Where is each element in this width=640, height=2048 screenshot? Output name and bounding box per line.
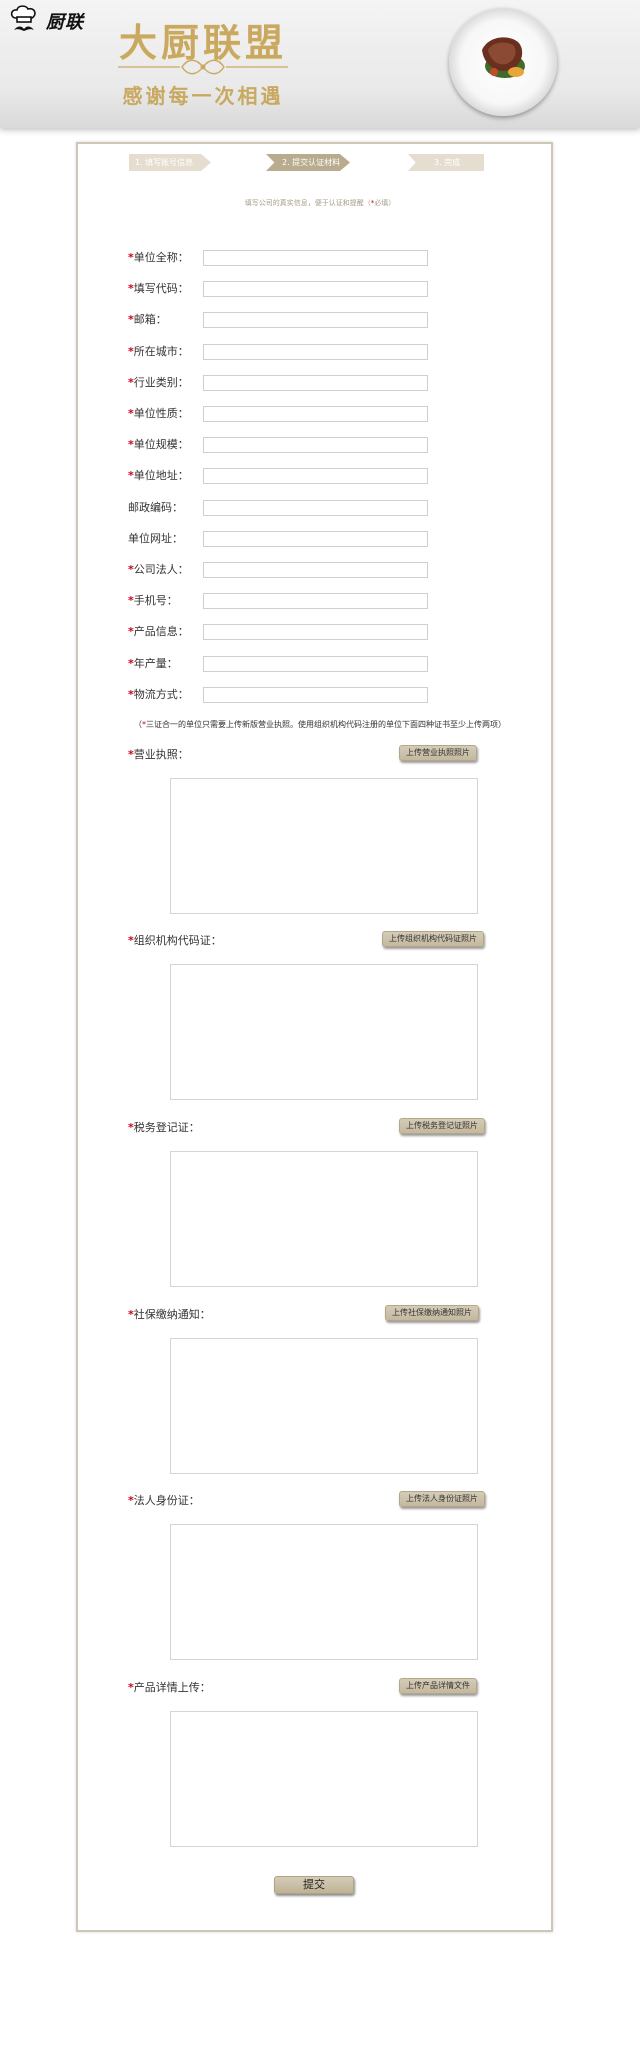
upload-label: *营业执照： (128, 747, 189, 763)
upload-label-text: 税务登记证： (133, 1121, 200, 1134)
submit-button[interactable]: 提交 (274, 1876, 354, 1894)
field-label-text: 产品信息： (133, 625, 189, 638)
field-label: *单位地址： (128, 468, 189, 484)
field-label: 邮政编码： (128, 500, 183, 516)
field-label-text: 填写代码： (133, 282, 189, 295)
field-label-text: 所在城市： (133, 345, 189, 358)
steak-dish-icon (482, 37, 525, 78)
upload-button[interactable]: 上传税务登记证照片 (399, 1118, 485, 1134)
field-input[interactable] (203, 406, 428, 422)
field-input[interactable] (203, 437, 428, 453)
field-label: *填写代码： (128, 281, 189, 297)
upload-button[interactable]: 上传社保缴纳通知照片 (385, 1305, 479, 1321)
field-input[interactable] (203, 500, 428, 516)
field-label: *单位规模： (128, 437, 189, 453)
upload-preview-box[interactable] (170, 1338, 478, 1474)
field-label-text: 邮箱： (133, 313, 167, 326)
field-label-text: 手机号： (133, 594, 178, 607)
field-label: *单位性质： (128, 406, 189, 422)
intro-text-main: 填写公司的真实信息，便于认证和提醒（ (244, 199, 371, 207)
field-input[interactable] (203, 687, 428, 703)
field-label-text: 单位网址： (128, 532, 183, 545)
banner-subtitle: 感谢每一次相遇 (122, 84, 284, 108)
upload-preview-box[interactable] (170, 778, 478, 914)
field-label-text: 邮政编码： (128, 501, 183, 514)
note-text: 三证合一的单位只需要上传新版营业执照。使用组织机构代码注册的单位下面四种证书至少… (146, 720, 506, 729)
field-label-text: 年产量： (133, 657, 178, 670)
field-label-text: 单位全称： (133, 251, 189, 264)
field-label-text: 单位规模： (133, 438, 189, 451)
logo-text: 厨联 (46, 12, 84, 33)
intro-text-end: 必填） (374, 199, 396, 207)
upload-label-text: 营业执照： (133, 748, 189, 761)
upload-label: *产品详情上传： (128, 1680, 211, 1696)
field-label: *公司法人： (128, 562, 189, 578)
intro-text: 填写公司的真实信息，便于认证和提醒（*必填） (100, 198, 540, 208)
field-input[interactable] (203, 344, 428, 360)
upload-button[interactable]: 上传营业执照照片 (399, 745, 477, 761)
upload-label-text: 产品详情上传： (133, 1681, 211, 1694)
field-label: 单位网址： (128, 531, 183, 547)
note-open: （ (134, 720, 142, 729)
field-label-text: 单位地址： (133, 469, 189, 482)
field-label-text: 公司法人： (133, 563, 189, 576)
step-1: 1. 填写账号信息 (129, 154, 211, 171)
field-label: *单位全称： (128, 250, 189, 266)
upload-button[interactable]: 上传产品详情文件 (399, 1678, 477, 1694)
upload-label-text: 组织机构代码证： (133, 934, 222, 947)
upload-preview-box[interactable] (170, 1711, 478, 1847)
step-3-label: 3. 完成 (434, 158, 461, 167)
field-input[interactable] (203, 593, 428, 609)
field-input[interactable] (203, 468, 428, 484)
field-label: *邮箱： (128, 312, 167, 328)
field-label-text: 行业类别： (133, 376, 189, 389)
upload-label: *法人身份证： (128, 1493, 200, 1509)
field-label-text: 物流方式： (133, 688, 189, 701)
field-input[interactable] (203, 250, 428, 266)
field-label: *年产量： (128, 656, 178, 672)
step-1-label: 1. 填写账号信息 (135, 158, 194, 167)
field-input[interactable] (203, 531, 428, 547)
field-label: *物流方式： (128, 687, 189, 703)
field-label: *产品信息： (128, 624, 189, 640)
field-input[interactable] (203, 656, 428, 672)
upload-label: *税务登记证： (128, 1120, 200, 1136)
field-label: *行业类别： (128, 375, 189, 391)
field-input[interactable] (203, 624, 428, 640)
field-label: *所在城市： (128, 344, 189, 360)
upload-label: *组织机构代码证： (128, 933, 222, 949)
upload-preview-box[interactable] (170, 964, 478, 1100)
upload-preview-box[interactable] (170, 1151, 478, 1287)
field-input[interactable] (203, 312, 428, 328)
upload-button[interactable]: 上传组织机构代码证照片 (382, 931, 484, 947)
upload-label-text: 法人身份证： (133, 1494, 200, 1507)
upload-label: *社保缴纳通知： (128, 1307, 211, 1323)
field-input[interactable] (203, 281, 428, 297)
upload-preview-box[interactable] (170, 1524, 478, 1660)
step-2-label: 2. 提交认证材料 (282, 158, 341, 167)
field-label-text: 单位性质： (133, 407, 189, 420)
field-input[interactable] (203, 562, 428, 578)
certificate-note: （*三证合一的单位只需要上传新版营业执照。使用组织机构代码注册的单位下面四种证书… (134, 719, 506, 730)
step-3: 3. 完成 (408, 154, 484, 171)
field-input[interactable] (203, 375, 428, 391)
upload-label-text: 社保缴纳通知： (133, 1308, 211, 1321)
ornament-divider-icon (118, 59, 288, 75)
header-banner: 厨联 大厨联盟 感谢每一次相遇 (0, 0, 640, 128)
step-2: 2. 提交认证材料 (266, 154, 350, 171)
field-label: *手机号： (128, 593, 178, 609)
upload-button[interactable]: 上传法人身份证照片 (399, 1491, 485, 1507)
